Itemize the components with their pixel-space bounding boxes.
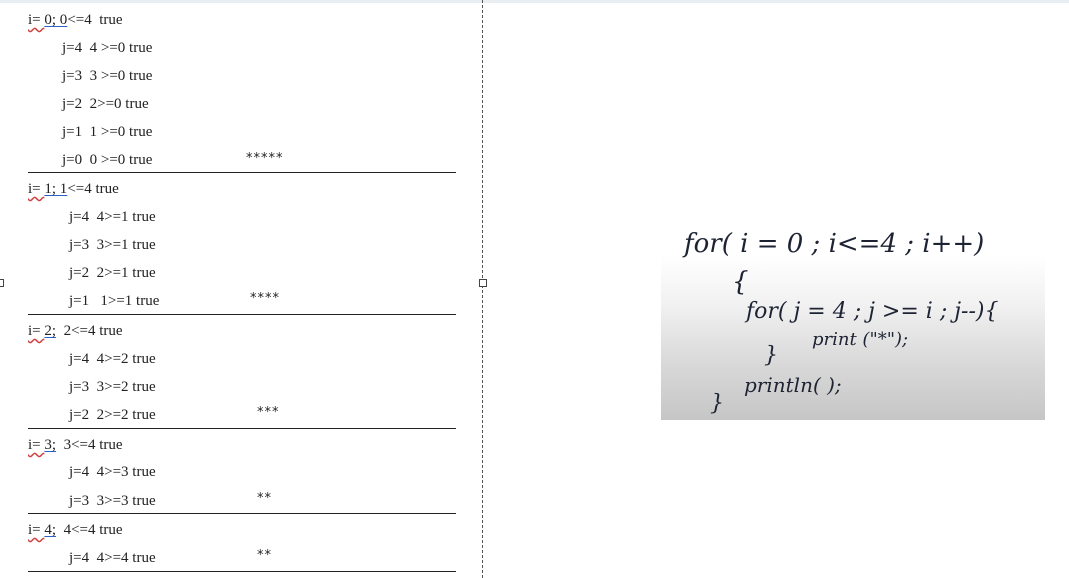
code-line: println( ); <box>744 373 842 397</box>
divider <box>28 571 456 572</box>
code-line: { <box>732 267 749 297</box>
inner-loop-line: j=2 2>=2 true <box>69 407 156 423</box>
code-line: for( j = 4 ; j >= i ; j--){ <box>744 299 999 324</box>
code-line: for( i = 0 ; i<=4 ; i++) <box>682 229 984 259</box>
inner-loop-line: j=3 3>=2 true <box>69 379 156 395</box>
code-line: } <box>710 391 724 416</box>
inner-loop-line: j=4 4>=1 true <box>69 209 156 225</box>
stars-output: ***** <box>246 151 284 166</box>
stars-output: *** <box>257 405 280 420</box>
outer-loop-line-1: i= 1; 1<=4 true <box>28 181 119 197</box>
top-edge <box>0 0 1069 3</box>
code-line: } <box>764 343 778 368</box>
resize-handle-left[interactable] <box>0 279 4 287</box>
handwritten-code-image[interactable]: for( i = 0 ; i<=4 ; i++) { for( j = 4 ; … <box>640 200 1060 430</box>
inner-loop-line: j=1 1>=1 true <box>69 293 160 309</box>
divider <box>28 428 456 429</box>
inner-loop-line: j=4 4>=3 true <box>69 464 156 480</box>
outer-loop-line-4: i= 4; 4<=4 true <box>28 522 123 538</box>
code-line: print ("*"); <box>812 329 908 350</box>
inner-loop-line: j=4 4 >=0 true <box>62 40 153 56</box>
stars-output: **** <box>250 291 280 306</box>
inner-loop-line: j=3 3 >=0 true <box>62 68 153 84</box>
outer-loop-line-2: i= 2; 2<=4 true <box>28 323 123 339</box>
resize-handle-right[interactable] <box>479 279 487 287</box>
stars-output: ** <box>257 491 272 506</box>
inner-loop-line: j=3 3>=1 true <box>69 237 156 253</box>
textbox-right-border[interactable] <box>482 0 483 578</box>
inner-loop-line: j=2 2>=1 true <box>69 265 156 281</box>
inner-loop-line: j=4 4>=4 true <box>69 550 156 566</box>
inner-loop-line: j=0 0 >=0 true <box>62 152 153 168</box>
inner-loop-line: j=2 2>=0 true <box>62 96 149 112</box>
outer-loop-line-3: i= 3; 3<=4 true <box>28 437 123 453</box>
stars-output: ** <box>257 548 272 563</box>
inner-loop-line: j=3 3>=3 true <box>69 493 156 509</box>
inner-loop-line: j=1 1 >=0 true <box>62 124 153 140</box>
divider <box>28 314 456 315</box>
divider <box>28 513 456 514</box>
divider <box>28 172 456 173</box>
inner-loop-line: j=4 4>=2 true <box>69 351 156 367</box>
outer-loop-line-0: i= 0; 0<=4 true <box>28 12 123 28</box>
